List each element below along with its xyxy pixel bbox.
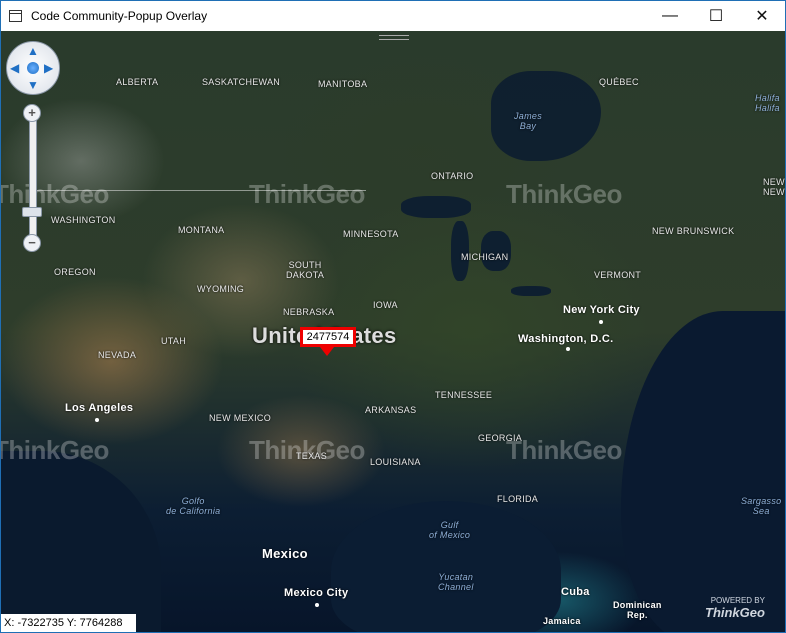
label-newfoundland: NEWF — [763, 177, 785, 187]
drag-grip[interactable] — [379, 35, 409, 40]
pacific-ocean — [1, 451, 161, 632]
label-ontario: ONTARIO — [431, 171, 474, 181]
label-washington-dc: Washington, D.C. — [518, 333, 614, 345]
label-minnesota: MINNESOTA — [343, 229, 399, 239]
lake-erie — [511, 286, 551, 296]
label-halifax-2: Halifa — [755, 103, 780, 113]
title-bar[interactable]: Code Community-Popup Overlay — ☐ ✕ — [1, 1, 785, 31]
label-michigan: MICHIGAN — [461, 252, 509, 262]
pan-up-button[interactable]: ▲ — [27, 45, 39, 57]
watermark: ThinkGeo — [1, 179, 109, 209]
city-dot-los-angeles — [95, 418, 99, 422]
label-los-angeles: Los Angeles — [65, 402, 134, 414]
label-halifax: Halifa — [755, 93, 780, 103]
pan-center-button[interactable] — [27, 62, 39, 74]
label-florida: FLORIDA — [497, 494, 539, 504]
label-montana: MONTANA — [178, 225, 225, 235]
label-nebraska: NEBRASKA — [283, 307, 335, 317]
label-yucatan-channel: Yucatan Channel — [438, 572, 474, 592]
label-newfoundland-2: NEWF — [763, 187, 785, 197]
pan-control[interactable]: ▲ ▼ ◀ ▶ — [6, 41, 60, 95]
label-new-brunswick: NEW BRUNSWICK — [652, 226, 735, 236]
label-cuba: Cuba — [561, 586, 590, 598]
city-dot-mexico-city — [315, 603, 319, 607]
pan-right-button[interactable]: ▶ — [44, 62, 53, 74]
popup-pointer — [320, 347, 334, 356]
lake-huron — [481, 231, 511, 271]
app-window: Code Community-Popup Overlay — ☐ ✕ Think… — [0, 0, 786, 633]
map-canvas[interactable]: ThinkGeo ThinkGeo ThinkGeo ThinkGeo Thin… — [1, 31, 785, 632]
city-dot-new-york — [599, 320, 603, 324]
label-vermont: VERMONT — [594, 270, 642, 280]
label-georgia: GEORGIA — [478, 433, 523, 443]
atlantic-ocean — [621, 311, 785, 632]
city-dot-washington — [566, 347, 570, 351]
label-texas: TEXAS — [296, 451, 328, 461]
label-golfo-de-california: Golfo de California — [166, 496, 221, 516]
zoom-in-button[interactable]: + — [23, 104, 41, 122]
zoom-control[interactable]: + − — [22, 104, 42, 254]
label-louisiana: LOUISIANA — [370, 457, 421, 467]
label-iowa: IOWA — [373, 300, 398, 310]
pan-left-button[interactable]: ◀ — [10, 62, 19, 74]
lake-michigan — [451, 221, 469, 281]
label-gulf-of-mexico: Gulf of Mexico — [429, 520, 471, 540]
coordinate-readout: X: -7322735 Y: 7764288 — [1, 614, 136, 632]
label-oregon: OREGON — [54, 267, 96, 277]
label-james-bay: James Bay — [514, 111, 543, 131]
watermark: ThinkGeo — [249, 179, 365, 209]
label-wyoming: WYOMING — [197, 284, 245, 294]
label-utah: UTAH — [161, 336, 187, 346]
lake-superior — [401, 196, 471, 218]
label-alberta: ALBERTA — [116, 77, 159, 87]
logo-powered-by: POWERED BY — [710, 596, 765, 605]
label-saskatchewan: SASKATCHEWAN — [202, 77, 281, 87]
window-title: Code Community-Popup Overlay — [31, 9, 208, 23]
watermark: ThinkGeo — [1, 435, 109, 465]
label-arkansas: ARKANSAS — [365, 405, 417, 415]
app-icon — [9, 10, 22, 22]
zoom-track[interactable] — [29, 118, 37, 240]
popup-overlay[interactable]: 2477574 — [300, 327, 356, 347]
watermark: ThinkGeo — [506, 435, 622, 465]
logo-brand: ThinkGeo — [705, 605, 765, 620]
label-mexico: Mexico — [262, 546, 308, 561]
label-dominican-rep: Dominican Rep. — [613, 600, 662, 620]
thinkgeo-logo: POWERED BY ThinkGeo — [705, 596, 765, 620]
label-washington: WASHINGTON — [51, 215, 116, 225]
pan-down-button[interactable]: ▼ — [27, 79, 39, 91]
maximize-button[interactable]: ☐ — [693, 1, 739, 31]
label-tennessee: TENNESSEE — [435, 390, 493, 400]
close-button[interactable]: ✕ — [739, 1, 785, 31]
label-mexico-city: Mexico City — [284, 587, 349, 599]
label-sargasso-sea: Sargasso Sea — [741, 496, 782, 516]
minimize-button[interactable]: — — [647, 1, 693, 31]
label-nevada: NEVADA — [98, 350, 137, 360]
label-new-mexico: NEW MEXICO — [209, 413, 272, 423]
label-south-dakota: SOUTH DAKOTA — [286, 260, 325, 280]
label-manitoba: MANITOBA — [318, 79, 368, 89]
label-new-york-city: New York City — [563, 304, 640, 316]
label-quebec: QUÉBEC — [599, 77, 639, 87]
label-jamaica: Jamaica — [543, 616, 581, 626]
watermark: ThinkGeo — [506, 179, 622, 209]
hudson-bay — [491, 71, 601, 161]
zoom-out-button[interactable]: − — [23, 234, 41, 252]
zoom-slider-thumb[interactable] — [22, 207, 42, 217]
